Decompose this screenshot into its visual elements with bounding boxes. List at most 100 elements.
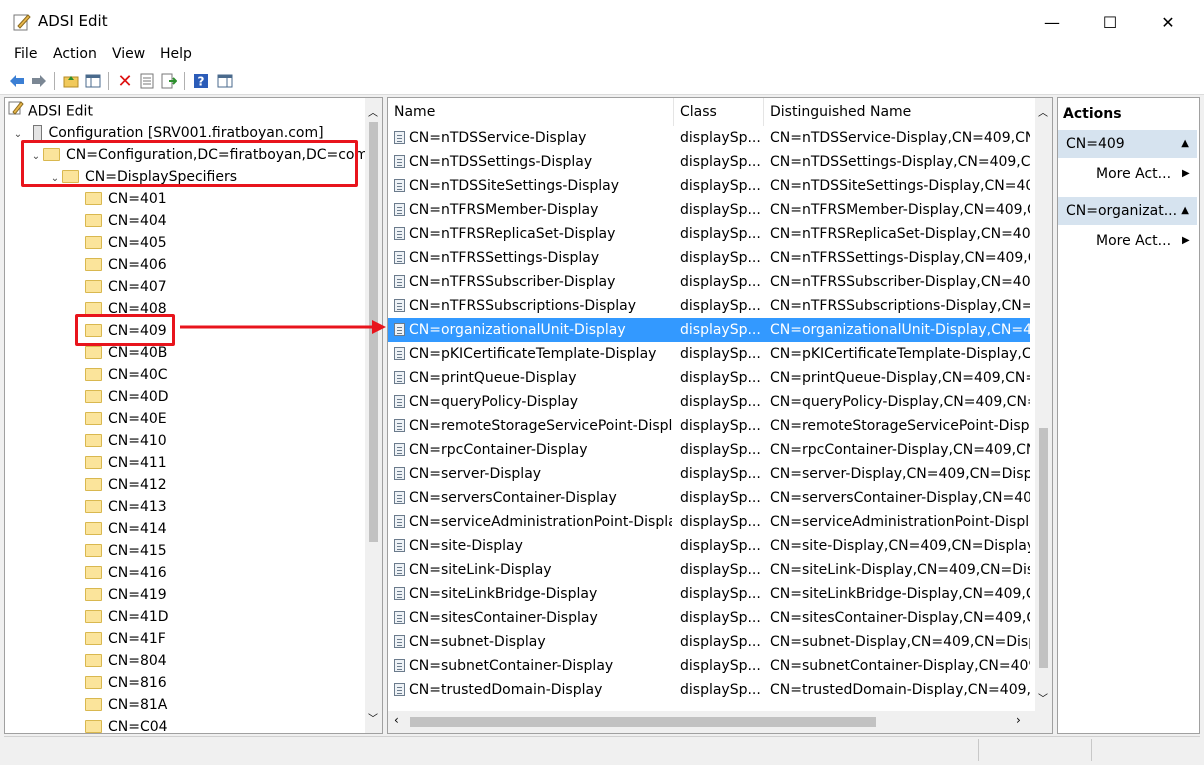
more-actions-2-label: More Act... [1096, 233, 1172, 249]
export-list-icon[interactable] [160, 72, 178, 90]
more-actions-2[interactable]: More Act... ▶ [1096, 229, 1190, 253]
help-icon[interactable]: ? [192, 72, 210, 90]
table-row[interactable]: CN=trustedDomain-Display displaySp... CN=t… [388, 678, 1030, 702]
forward-arrow-icon[interactable] [30, 72, 48, 90]
table-row[interactable]: CN=site-Display displaySp... CN=site-Displ… [388, 534, 1030, 558]
tree-item-cn-411[interactable]: CN=411 [85, 452, 167, 474]
table-row[interactable]: CN=nTFRSSubscriptions-Display displaySp..… [388, 294, 1030, 318]
list-horizontal-scrollbar[interactable]: ‹ › [388, 711, 1052, 733]
scroll-up-icon[interactable]: ︿ [368, 104, 378, 119]
scroll-down-icon[interactable]: ﹀ [1038, 690, 1048, 705]
object-icon [394, 538, 405, 552]
table-row[interactable]: CN=pKICertificateTemplate-Display display… [388, 342, 1030, 366]
tree-item-cn-41d[interactable]: CN=41D [85, 606, 169, 628]
object-icon [394, 466, 405, 480]
menu-file[interactable]: File [14, 46, 37, 62]
cell-name: CN=nTFRSSettings-Display [394, 246, 672, 270]
menu-action[interactable]: Action [53, 46, 97, 62]
table-row[interactable]: CN=printQueue-Display displaySp... CN=prin… [388, 366, 1030, 390]
more-actions-1[interactable]: More Act... ▶ [1096, 162, 1190, 186]
show-hide-action-pane-icon[interactable] [216, 72, 234, 90]
properties-icon[interactable] [138, 72, 156, 90]
close-button[interactable]: ✕ [1139, 0, 1197, 44]
scroll-left-icon[interactable]: ‹ [394, 713, 399, 727]
tree-item-cn-412[interactable]: CN=412 [85, 474, 167, 496]
list-scroll-thumb[interactable] [1039, 428, 1048, 668]
scroll-up-icon[interactable]: ︿ [1038, 104, 1048, 119]
tree-root[interactable]: ADSI Edit [8, 100, 93, 122]
cell-distinguished-name: CN=serviceAdministrationPoint-Display [770, 514, 1030, 530]
list-vertical-scrollbar[interactable]: ︿ ﹀ [1035, 98, 1052, 711]
scroll-down-icon[interactable]: ﹀ [368, 710, 378, 725]
table-row[interactable]: CN=organizationalUnit-Display displaySp..… [388, 318, 1030, 342]
table-row[interactable]: CN=server-Display displaySp... CN=server-D… [388, 462, 1030, 486]
tree-item-cn-404[interactable]: CN=404 [85, 210, 167, 232]
object-icon [394, 322, 405, 336]
delete-icon[interactable]: ✕ [116, 71, 134, 92]
collapse-triangle-icon[interactable]: ▲ [1181, 197, 1189, 225]
table-row[interactable]: CN=queryPolicy-Display displaySp... CN=que… [388, 390, 1030, 414]
tree-item-cn-410[interactable]: CN=410 [85, 430, 167, 452]
table-row[interactable]: CN=nTDSService-Display displaySp... CN=nTD… [388, 126, 1030, 150]
tree-item-cn-81a[interactable]: CN=81A [85, 694, 167, 716]
tree-item-cn-413[interactable]: CN=413 [85, 496, 167, 518]
tree-item-cn-405[interactable]: CN=405 [85, 232, 167, 254]
table-row[interactable]: CN=nTFRSReplicaSet-Display displaySp... CN… [388, 222, 1030, 246]
column-header-class[interactable]: Class [674, 98, 764, 126]
table-row[interactable]: CN=remoteStorageServicePoint-Displ... dis… [388, 414, 1030, 438]
column-header-distinguished-name[interactable]: Distinguished Name [764, 98, 1030, 126]
column-header-name[interactable]: Name [388, 98, 674, 126]
actions-section-cn409[interactable]: CN=409 ▲ [1058, 130, 1197, 158]
table-row[interactable]: CN=subnet-Display displaySp... CN=subnet-D… [388, 630, 1030, 654]
tree-item-cn-414[interactable]: CN=414 [85, 518, 167, 540]
cell-distinguished-name: CN=sitesContainer-Display,CN=409,CN [770, 610, 1030, 626]
tree-item-cn-415[interactable]: CN=415 [85, 540, 167, 562]
annotation-box-config-path [21, 140, 358, 187]
table-row[interactable]: CN=siteLinkBridge-Display displaySp... CN=… [388, 582, 1030, 606]
collapse-triangle-icon[interactable]: ▲ [1181, 130, 1189, 158]
table-row[interactable]: CN=nTDSSettings-Display displaySp... CN=nT… [388, 150, 1030, 174]
menu-help[interactable]: Help [160, 46, 192, 62]
maximize-button[interactable]: ☐ [1081, 0, 1139, 44]
table-row[interactable]: CN=nTFRSSubscriber-Display displaySp... CN… [388, 270, 1030, 294]
folder-icon [85, 543, 102, 557]
cell-distinguished-name: CN=server-Display,CN=409,CN=Display [770, 466, 1030, 482]
scroll-right-icon[interactable]: › [1016, 713, 1021, 727]
tree-item-cn-406[interactable]: CN=406 [85, 254, 167, 276]
actions-section-organizational-unit[interactable]: CN=organizat... ▲ [1058, 197, 1197, 225]
tree-item-label: CN=406 [108, 257, 167, 273]
table-row[interactable]: CN=serversContainer-Display displaySp... C… [388, 486, 1030, 510]
tree-item-cn-419[interactable]: CN=419 [85, 584, 167, 606]
tree-item-cn-416[interactable]: CN=416 [85, 562, 167, 584]
tree-item-label: CN=40B [108, 345, 168, 361]
tree-item-cn-401[interactable]: CN=401 [85, 188, 167, 210]
cell-distinguished-name: CN=pKICertificateTemplate-Display,CN [770, 346, 1030, 362]
table-row[interactable]: CN=subnetContainer-Display displaySp... CN… [388, 654, 1030, 678]
folder-icon [85, 213, 102, 227]
tree-item-cn-816[interactable]: CN=816 [85, 672, 167, 694]
table-row[interactable]: CN=siteLink-Display displaySp... CN=siteLi… [388, 558, 1030, 582]
minimize-button[interactable]: — [1023, 0, 1081, 44]
back-arrow-icon[interactable] [8, 72, 26, 90]
folder-icon [85, 565, 102, 579]
table-row[interactable]: CN=serviceAdministrationPoint-Display dis… [388, 510, 1030, 534]
show-hide-tree-icon[interactable] [84, 72, 102, 90]
table-row[interactable]: CN=nTFRSSettings-Display displaySp... CN=n… [388, 246, 1030, 270]
menu-view[interactable]: View [112, 46, 145, 62]
cell-class: displaySp... [680, 250, 761, 266]
up-folder-icon[interactable] [62, 72, 80, 90]
table-row[interactable]: CN=nTDSSiteSettings-Display displaySp... C… [388, 174, 1030, 198]
tree-vertical-scrollbar[interactable]: ︿ ﹀ [365, 98, 382, 733]
tree-item-cn-40d[interactable]: CN=40D [85, 386, 169, 408]
tree-item-cn-40c[interactable]: CN=40C [85, 364, 168, 386]
tree-item-cn-804[interactable]: CN=804 [85, 650, 167, 672]
tree-item-cn-c04[interactable]: CN=C04 [85, 716, 168, 733]
table-row[interactable]: CN=nTFRSMember-Display displaySp... CN=nTF… [388, 198, 1030, 222]
tree-item-cn-41f[interactable]: CN=41F [85, 628, 166, 650]
row-name-text: CN=serviceAdministrationPoint-Display [409, 514, 672, 530]
table-row[interactable]: CN=sitesContainer-Display displaySp... CN=… [388, 606, 1030, 630]
tree-item-cn-40e[interactable]: CN=40E [85, 408, 167, 430]
list-hscroll-thumb[interactable] [410, 717, 876, 727]
table-row[interactable]: CN=rpcContainer-Display displaySp... CN=rp… [388, 438, 1030, 462]
tree-item-cn-407[interactable]: CN=407 [85, 276, 167, 298]
